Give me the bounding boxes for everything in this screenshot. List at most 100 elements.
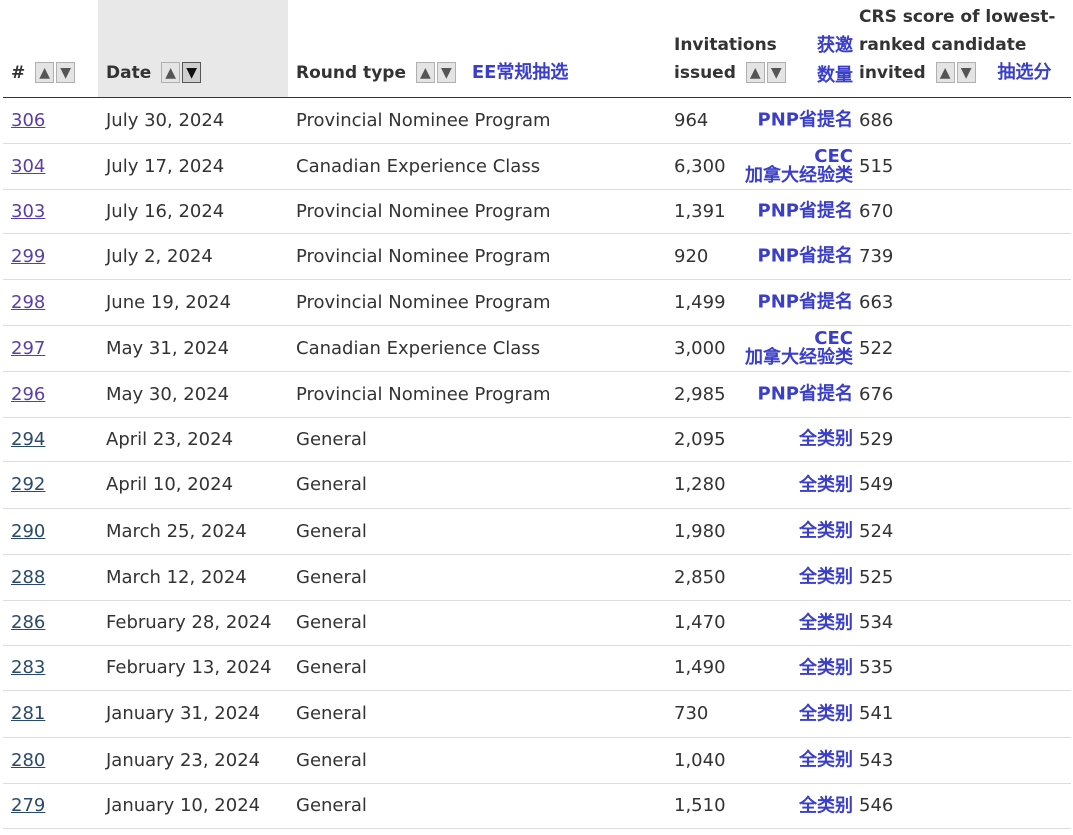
row-date: March 12, 2024 (98, 554, 288, 601)
header-invitations-zh-line2: 数量 (817, 64, 853, 86)
sort-down-icon[interactable]: ▼ (766, 62, 786, 83)
row-invitations-cell: 2,985 PNP省提名 (666, 371, 857, 418)
row-round-type: Canadian Experience Class (288, 143, 666, 190)
row-num-cell: 304 (3, 143, 98, 190)
row-num-cell: 298 (3, 279, 98, 326)
round-number-link[interactable]: 298 (11, 292, 45, 313)
row-invitations: 1,280 (674, 474, 726, 495)
header-round-type: Round type ▲ ▼ EE常规抽选 (288, 0, 666, 98)
row-category-zh-line2: 加拿大经验类 (745, 347, 853, 368)
round-number-link[interactable]: 296 (11, 384, 45, 405)
header-invitations-zh-line1: 获邀 (817, 34, 853, 56)
table-row: 294 April 23, 2024 General 2,095 全类别 529 (3, 417, 1071, 462)
row-invitations-cell: 1,510 全类别 (666, 783, 857, 829)
row-category-zh-line1: CEC (814, 328, 853, 349)
row-round-type: General (288, 737, 666, 784)
row-num-cell: 299 (3, 233, 98, 280)
round-number-link[interactable]: 283 (11, 657, 45, 678)
sort-down-icon[interactable]: ▼ (56, 62, 76, 83)
header-round-type-zh: EE常规抽选 (471, 61, 569, 83)
row-category-zh-line1: 全类别 (799, 612, 853, 633)
row-date: July 16, 2024 (98, 189, 288, 234)
round-number-link[interactable]: 292 (11, 474, 45, 495)
round-number-link[interactable]: 286 (11, 612, 45, 633)
row-invitations-cell: 920 PNP省提名 (666, 233, 857, 280)
row-crs: 543 (857, 737, 1071, 784)
row-invitations: 1,490 (674, 657, 726, 678)
row-crs: 522 (857, 325, 1071, 372)
sort-controls-date: ▲ ▼ (161, 59, 203, 87)
round-number-link[interactable]: 288 (11, 567, 45, 588)
row-round-type: Provincial Nominee Program (288, 371, 666, 418)
sort-up-icon[interactable]: ▲ (35, 62, 55, 83)
row-date: May 31, 2024 (98, 325, 288, 372)
round-number-link[interactable]: 290 (11, 521, 45, 542)
row-num-cell: 296 (3, 371, 98, 418)
row-round-type: General (288, 417, 666, 462)
row-date: January 10, 2024 (98, 783, 288, 829)
row-invitations-cell: 1,470 全类别 (666, 600, 857, 646)
row-crs: 663 (857, 279, 1071, 326)
row-crs: 670 (857, 189, 1071, 234)
row-category-zh-line1: 全类别 (799, 657, 853, 678)
table-row: 303 July 16, 2024 Provincial Nominee Progr… (3, 189, 1071, 234)
table-row: 292 April 10, 2024 General 1,280 全类别 549 (3, 461, 1071, 509)
row-date: February 28, 2024 (98, 600, 288, 646)
round-number-link[interactable]: 279 (11, 795, 45, 816)
sort-down-icon[interactable]: ▼ (182, 62, 202, 83)
row-invitations: 6,300 (674, 155, 726, 177)
table-row: 283 February 13, 2024 General 1,490 全类别 535 (3, 645, 1071, 691)
round-number-link[interactable]: 299 (11, 246, 45, 267)
row-category-zh: 全类别 (799, 613, 853, 632)
row-invitations: 730 (674, 703, 709, 724)
row-round-type: General (288, 508, 666, 555)
row-crs: 541 (857, 690, 1071, 738)
row-invitations-cell: 1,499 PNP省提名 (666, 279, 857, 326)
row-crs: 546 (857, 783, 1071, 829)
row-num-cell: 292 (3, 461, 98, 509)
row-crs: 515 (857, 143, 1071, 190)
row-category-zh: 全类别 (799, 430, 853, 449)
row-category-zh-line1: PNP省提名 (757, 291, 853, 313)
row-category-zh: PNP省提名 (758, 293, 853, 312)
row-invitations-cell: 1,980 全类别 (666, 508, 857, 555)
header-crs: CRS score of lowest- ranked candidate in… (857, 0, 1071, 98)
sort-up-icon[interactable]: ▲ (161, 62, 181, 83)
table-row: 290 March 25, 2024 General 1,980 全类别 524 (3, 508, 1071, 555)
row-invitations: 920 (674, 245, 709, 267)
row-round-type: Provincial Nominee Program (288, 233, 666, 280)
row-date: March 25, 2024 (98, 508, 288, 555)
round-number-link[interactable]: 294 (11, 429, 45, 450)
row-date: July 2, 2024 (98, 233, 288, 280)
row-category-zh: 全类别 (799, 475, 853, 494)
row-invitations: 1,391 (674, 200, 726, 222)
round-number-link[interactable]: 281 (11, 703, 45, 724)
round-number-link[interactable]: 304 (11, 156, 45, 177)
header-crs-line3: invited (859, 62, 926, 83)
header-row: # ▲ ▼ Date ▲ ▼ Round type ▲ ▼ EE常规抽选 Invita… (3, 0, 1071, 98)
row-invitations-cell: 1,040 全类别 (666, 737, 857, 784)
row-round-type: Canadian Experience Class (288, 325, 666, 372)
round-number-link[interactable]: 306 (11, 110, 45, 131)
sort-up-icon[interactable]: ▲ (415, 62, 435, 83)
sort-up-icon[interactable]: ▲ (935, 62, 955, 83)
header-crs-line1: CRS score of lowest- (859, 6, 1056, 27)
round-number-link[interactable]: 297 (11, 338, 45, 359)
round-number-link[interactable]: 280 (11, 750, 45, 771)
row-crs: 524 (857, 508, 1071, 555)
row-crs: 739 (857, 233, 1071, 280)
table-row: 306 July 30, 2024 Provincial Nominee Progr… (3, 97, 1071, 144)
sort-down-icon[interactable]: ▼ (956, 62, 976, 83)
row-invitations-cell: 964 PNP省提名 (666, 97, 857, 144)
row-invitations: 2,850 (674, 566, 726, 588)
table-row: 298 June 19, 2024 Provincial Nominee Progr… (3, 279, 1071, 326)
sort-up-icon[interactable]: ▲ (745, 62, 765, 83)
row-invitations: 1,510 (674, 795, 726, 816)
row-num-cell: 306 (3, 97, 98, 144)
header-date: Date ▲ ▼ (98, 0, 288, 98)
row-invitations: 1,040 (674, 749, 726, 771)
sort-down-icon[interactable]: ▼ (436, 62, 456, 83)
round-number-link[interactable]: 303 (11, 201, 45, 222)
row-category-zh: 全类别 (799, 522, 853, 541)
row-num-cell: 281 (3, 690, 98, 738)
